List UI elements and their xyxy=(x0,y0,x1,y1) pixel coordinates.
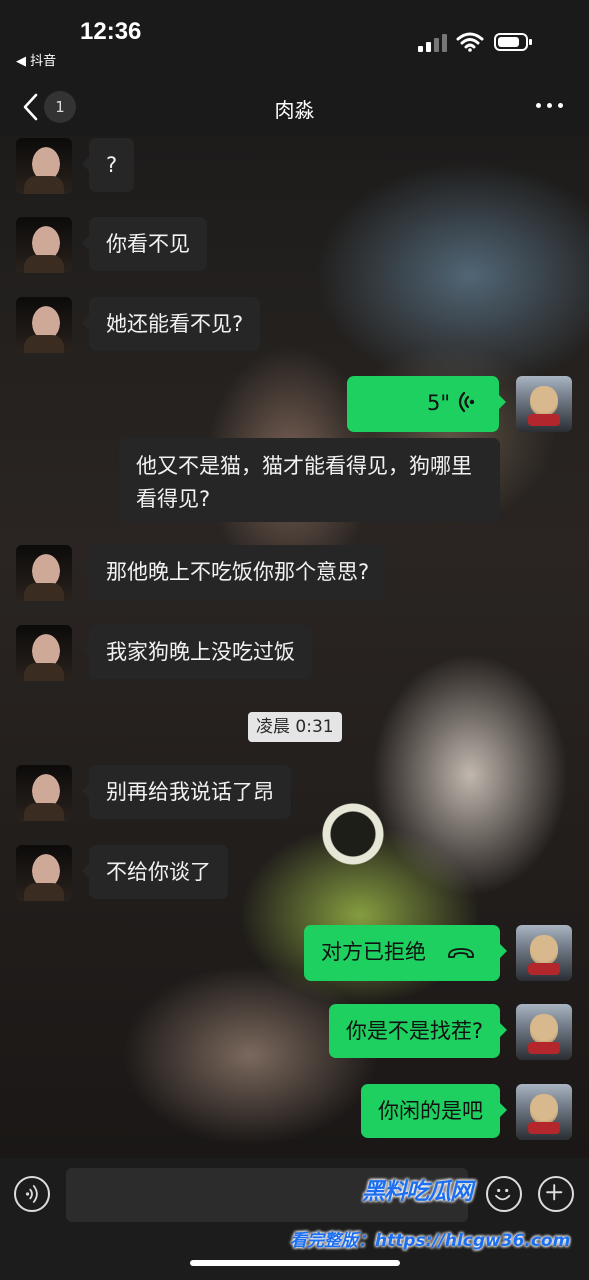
home-indicator[interactable] xyxy=(190,1260,400,1266)
voice-wave-icon xyxy=(458,391,475,413)
contact-avatar[interactable] xyxy=(16,545,72,601)
chat-timestamp: 凌晨 0:31 xyxy=(248,712,342,742)
my-avatar[interactable] xyxy=(516,1084,572,1140)
chat-title: 肉淼 xyxy=(274,98,315,122)
my-avatar[interactable] xyxy=(516,925,572,981)
voice-duration: 5" xyxy=(427,391,451,415)
status-bar: 12:36 ◀ 抖音 xyxy=(0,0,589,80)
voice-transcript[interactable]: 他又不是猫，猫才能看得见，狗哪里看得见? xyxy=(119,438,500,522)
chat-screen: 12:36 ◀ 抖音 1 肉淼 ? 你看不见 她还能看不见? 5" 他又不是猫，… xyxy=(0,0,589,1280)
my-avatar[interactable] xyxy=(516,376,572,432)
message-bubble-incoming[interactable]: 她还能看不见? xyxy=(81,297,261,351)
contact-avatar[interactable] xyxy=(16,625,72,681)
message-bubble-incoming[interactable]: ? xyxy=(81,138,135,192)
watermark-logo: 黑料吃瓜网 xyxy=(362,1179,473,1205)
contact-avatar[interactable] xyxy=(16,138,72,194)
watermark-url: 看完整版：https://hlcgw36.com xyxy=(290,1231,571,1251)
call-status-text: 对方已拒绝 xyxy=(321,940,426,964)
contact-avatar[interactable] xyxy=(16,297,72,353)
message-bubble-incoming[interactable]: 你看不见 xyxy=(82,217,207,271)
my-avatar[interactable] xyxy=(516,1004,572,1060)
message-bubble-outgoing[interactable]: 你是不是找茬? xyxy=(328,1004,508,1058)
more-plus-icon[interactable] xyxy=(538,1176,574,1212)
emoji-icon[interactable] xyxy=(486,1176,522,1212)
message-bubble-incoming[interactable]: 别再给我说话了昂 xyxy=(82,765,291,819)
chat-header: 1 肉淼 xyxy=(0,80,589,135)
battery-icon xyxy=(494,33,532,51)
voice-input-icon[interactable] xyxy=(14,1176,50,1212)
more-options-icon[interactable] xyxy=(536,100,566,112)
wifi-icon xyxy=(456,32,484,52)
call-record-bubble[interactable]: 对方已拒绝 xyxy=(304,925,507,981)
voice-message-bubble[interactable]: 5" xyxy=(347,376,506,432)
message-bubble-incoming[interactable]: 不给你谈了 xyxy=(82,845,228,899)
contact-avatar[interactable] xyxy=(16,845,72,901)
back-to-app-link[interactable]: ◀ 抖音 xyxy=(16,50,56,69)
message-bubble-incoming[interactable]: 我家狗晚上没吃过饭 xyxy=(82,625,312,679)
contact-avatar[interactable] xyxy=(16,765,72,821)
message-bubble-outgoing[interactable]: 你闲的是吧 xyxy=(361,1084,507,1138)
message-bubble-incoming[interactable]: 那他晚上不吃饭你那个意思? xyxy=(81,545,387,599)
cellular-signal-icon xyxy=(418,34,448,52)
phone-hangup-icon xyxy=(448,948,474,958)
contact-avatar[interactable] xyxy=(16,217,72,273)
background-toy-eye xyxy=(322,803,384,865)
status-time: 12:36 xyxy=(80,18,142,45)
